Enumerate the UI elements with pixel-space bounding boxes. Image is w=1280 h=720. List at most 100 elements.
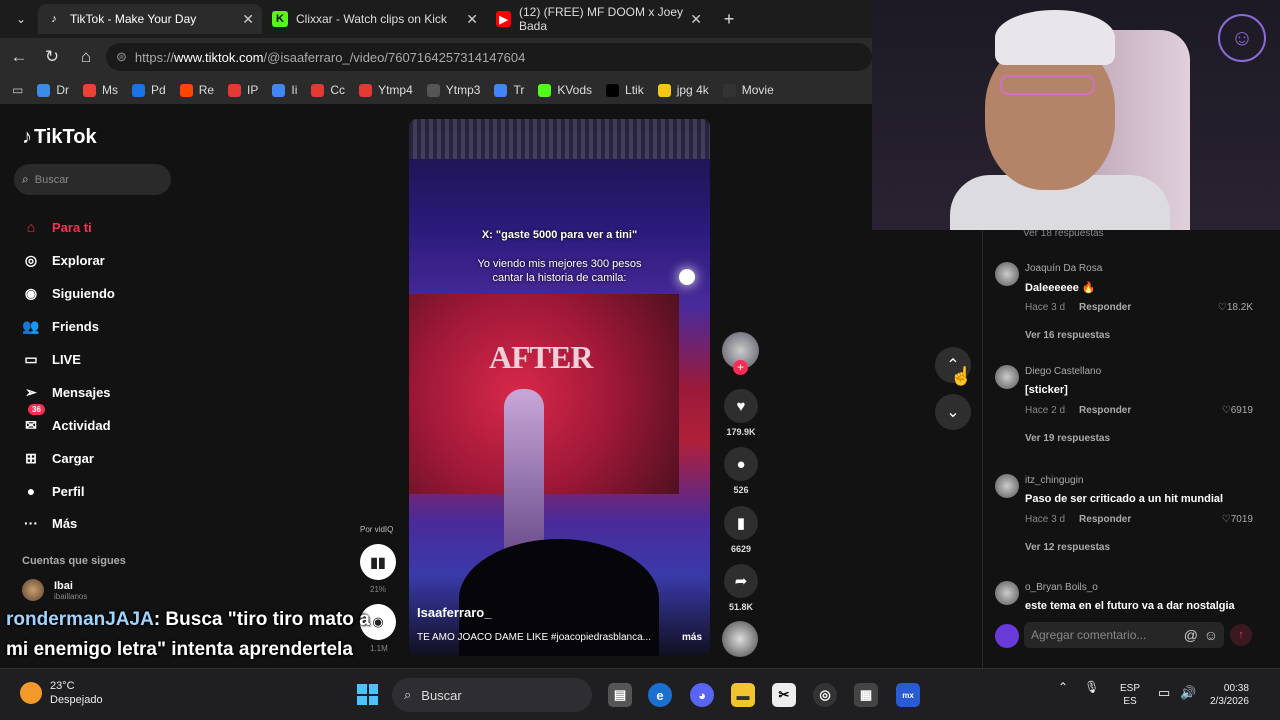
mixer-icon[interactable]: mx xyxy=(896,683,920,707)
tiktok-logo[interactable]: ♪ TikTok xyxy=(22,126,97,149)
home-button[interactable]: ⌂ xyxy=(75,46,97,68)
edge-icon[interactable]: e xyxy=(648,683,672,707)
heart-icon[interactable]: ♥ xyxy=(724,389,758,423)
comment-text: [sticker] xyxy=(1025,384,1068,396)
view-replies-link[interactable]: Ver 16 respuestas xyxy=(1025,330,1110,341)
url-field[interactable]: ⊜ https://www.tiktok.com/@isaaferraro_/v… xyxy=(106,43,872,71)
sidebar-item-perfil[interactable]: ● Perfil xyxy=(22,482,85,500)
sidebar-item-explorar[interactable]: ◎ Explorar xyxy=(22,251,105,269)
view-replies-link[interactable]: Ver 12 respuestas xyxy=(1025,542,1110,553)
save-action[interactable]: ▮ 6629 xyxy=(722,506,760,554)
close-icon[interactable]: ✕ xyxy=(690,11,702,28)
sidebar-item-para-ti[interactable]: ⌂ Para ti xyxy=(22,218,92,236)
chevron-up-icon[interactable]: ⌃ xyxy=(1058,680,1068,694)
bookmarks-bar: ▭ Dr Ms Pd Re IP Ii Cc Ytmp4 Ytmp3 Tr KVods Ltik jpg… xyxy=(0,76,872,104)
bookmark-item[interactable]: jpg 4k xyxy=(657,83,709,97)
bookmark-label: Ytmp4 xyxy=(378,83,413,97)
sidebar: ♪ TikTok ⌕ Buscar ⌂ Para ti ◎ Explorar ◉ Sigu… xyxy=(0,104,200,668)
app-icon[interactable]: ▦ xyxy=(854,683,878,707)
avatar[interactable] xyxy=(995,262,1019,286)
bookmark-item[interactable]: Ltik xyxy=(606,83,644,97)
comment-username[interactable]: Joaquín Da Rosa xyxy=(1025,263,1102,274)
vidiq-stats-button[interactable]: ▮▮ xyxy=(360,544,396,580)
avatar[interactable] xyxy=(995,474,1019,498)
sidebar-item-mensajes[interactable]: ➢ Mensajes xyxy=(22,383,110,401)
like-action[interactable]: ♥ 179.9K xyxy=(722,389,760,437)
view-replies-link[interactable]: Ver 19 respuestas xyxy=(1025,433,1110,444)
task-view-icon[interactable]: ▤ xyxy=(608,683,632,707)
discord-icon[interactable]: ◕ xyxy=(690,683,714,707)
bookmark-item[interactable]: Tr xyxy=(494,83,524,97)
comment-username[interactable]: Diego Castellano xyxy=(1025,366,1101,377)
tab-youtube[interactable]: ▶ (12) (FREE) MF DOOM x Joey Bada ✕ xyxy=(488,4,710,34)
follow-plus-icon[interactable]: + xyxy=(733,360,748,375)
emoji-icon[interactable]: ☺ xyxy=(1204,627,1218,643)
comment-like-count[interactable]: ♡6919 xyxy=(1222,405,1253,416)
sidebar-item-más[interactable]: ··· Más xyxy=(22,514,77,532)
comment-username[interactable]: o_Bryan Boils_o xyxy=(1025,582,1098,593)
bookmark-item[interactable]: Dr xyxy=(37,83,69,97)
sidebar-item-siguiendo[interactable]: ◉ Siguiendo xyxy=(22,284,115,302)
comment-input[interactable]: Agregar comentario... @ ☺ xyxy=(1024,622,1224,648)
file-explorer-icon[interactable]: ▬ xyxy=(731,683,755,707)
sidebar-item-cargar[interactable]: ⊞ Cargar xyxy=(22,449,94,467)
comment-like-count[interactable]: ♡18.2K xyxy=(1218,302,1253,313)
comment-time: Hace 3 d xyxy=(1025,514,1066,525)
sound-disc-icon[interactable] xyxy=(722,621,758,657)
bookmark-item[interactable]: IP xyxy=(228,83,258,97)
bookmark-item[interactable]: KVods xyxy=(538,83,592,97)
site-info-icon[interactable]: ⊜ xyxy=(116,49,127,65)
avatar[interactable] xyxy=(995,365,1019,389)
volume-icon[interactable]: 🔊 xyxy=(1180,685,1196,701)
start-button[interactable] xyxy=(357,684,378,705)
bookmark-item[interactable]: Pd xyxy=(132,83,166,97)
reply-button[interactable]: Responder xyxy=(1079,405,1131,416)
share-icon[interactable]: ➦ xyxy=(724,564,758,598)
close-icon[interactable]: ✕ xyxy=(242,11,254,28)
mention-icon[interactable]: @ xyxy=(1184,627,1198,643)
reply-button[interactable]: Responder xyxy=(1079,302,1131,313)
reply-button[interactable]: Responder xyxy=(1079,514,1131,525)
bookmark-item[interactable]: Cc xyxy=(311,83,345,97)
avatar[interactable] xyxy=(995,581,1019,605)
bookmark-item[interactable]: Ytmp4 xyxy=(359,83,413,97)
bookmark-item[interactable]: Ms xyxy=(83,83,118,97)
sidebar-item-live[interactable]: ▭ LIVE xyxy=(22,350,81,368)
bookmark-item[interactable]: Ii xyxy=(272,83,297,97)
comment-like-count[interactable]: ♡7019 xyxy=(1222,514,1253,525)
video-player[interactable]: AFTER X: "gaste 5000 para ver a tini" Yo… xyxy=(409,119,710,656)
video-author[interactable]: Isaaferraro_ xyxy=(417,605,491,620)
tab-tiktok[interactable]: ♪ TikTok - Make Your Day ✕ xyxy=(38,4,262,34)
capcut-icon[interactable]: ✂ xyxy=(772,683,796,707)
back-button[interactable]: ← xyxy=(8,46,30,68)
bookmark-item[interactable]: Re xyxy=(179,83,214,97)
new-tab-button[interactable]: + xyxy=(716,4,742,34)
following-item[interactable]: Ibai ibaillanos xyxy=(22,579,87,601)
reload-button[interactable]: ↻ xyxy=(41,46,63,68)
more-link[interactable]: más xyxy=(682,632,702,643)
comment-icon[interactable]: ● xyxy=(724,447,758,481)
share-action[interactable]: ➦ 51.8K xyxy=(722,564,760,612)
reading-list-icon[interactable]: ▭ xyxy=(12,83,23,97)
tab-kick[interactable]: K Clixxar - Watch clips on Kick ✕ xyxy=(264,4,486,34)
comment-action[interactable]: ● 526 xyxy=(722,447,760,495)
network-icon[interactable]: ▭ xyxy=(1158,685,1170,701)
bookmark-icon[interactable]: ▮ xyxy=(724,506,758,540)
taskbar-search[interactable]: ⌕ Buscar xyxy=(392,678,592,712)
next-video-button[interactable]: ⌄ xyxy=(935,394,971,430)
language-indicator[interactable]: ESP ES xyxy=(1120,682,1140,708)
tab-list-button[interactable]: ⌄ xyxy=(8,4,34,34)
obs-icon[interactable]: ◎ xyxy=(813,683,837,707)
close-icon[interactable]: ✕ xyxy=(466,11,478,28)
weather-widget[interactable]: 23°C Despejado xyxy=(20,679,103,707)
sidebar-item-friends[interactable]: 👥 Friends xyxy=(22,317,99,335)
microphone-icon[interactable]: 🎙 xyxy=(1084,680,1099,694)
chevron-down-icon: ⌄ xyxy=(15,12,27,26)
bookmark-item[interactable]: Movie xyxy=(722,83,774,97)
bookmark-item[interactable]: Ytmp3 xyxy=(426,83,480,97)
sidebar-item-actividad[interactable]: ✉ Actividad xyxy=(22,416,110,434)
search-input[interactable]: ⌕ Buscar xyxy=(14,164,171,195)
clock[interactable]: 00:38 2/3/2026 xyxy=(1210,682,1249,708)
comment-username[interactable]: itz_chingugin xyxy=(1025,475,1083,486)
send-comment-button[interactable]: ↑ xyxy=(1230,624,1252,646)
